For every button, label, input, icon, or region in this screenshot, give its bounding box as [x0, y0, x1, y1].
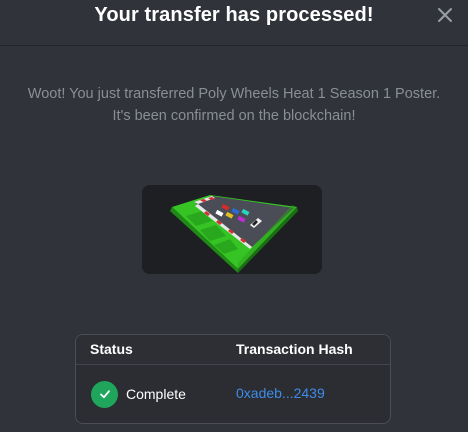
- status-value: Complete: [126, 386, 186, 402]
- message-line-1: Woot! You just transferred Poly Wheels H…: [27, 86, 441, 102]
- transaction-table: Status Transaction Hash Complete 0xadeb.…: [75, 334, 391, 424]
- status-header: Status: [90, 341, 133, 357]
- status-cell: Complete: [91, 380, 186, 408]
- close-icon: [438, 8, 452, 22]
- modal-title: Your transfer has processed!: [94, 4, 374, 26]
- transfer-success-modal: Your transfer has processed! Woot! You j…: [0, 0, 468, 432]
- table-header: Status Transaction Hash: [76, 335, 390, 365]
- table-row: Complete 0xadeb...2439: [76, 365, 390, 423]
- race-track-image: [142, 185, 322, 274]
- transaction-hash-link[interactable]: 0xadeb...2439: [236, 385, 325, 401]
- modal-header: Your transfer has processed!: [0, 0, 468, 46]
- close-button[interactable]: [436, 6, 454, 24]
- check-circle-icon: [91, 380, 118, 408]
- message-line-2: It's been confirmed on the blockchain!: [112, 108, 356, 124]
- nft-poster-image: [142, 185, 322, 274]
- transaction-hash-header: Transaction Hash: [236, 341, 353, 357]
- confirmation-message: Woot! You just transferred Poly Wheels H…: [0, 83, 468, 127]
